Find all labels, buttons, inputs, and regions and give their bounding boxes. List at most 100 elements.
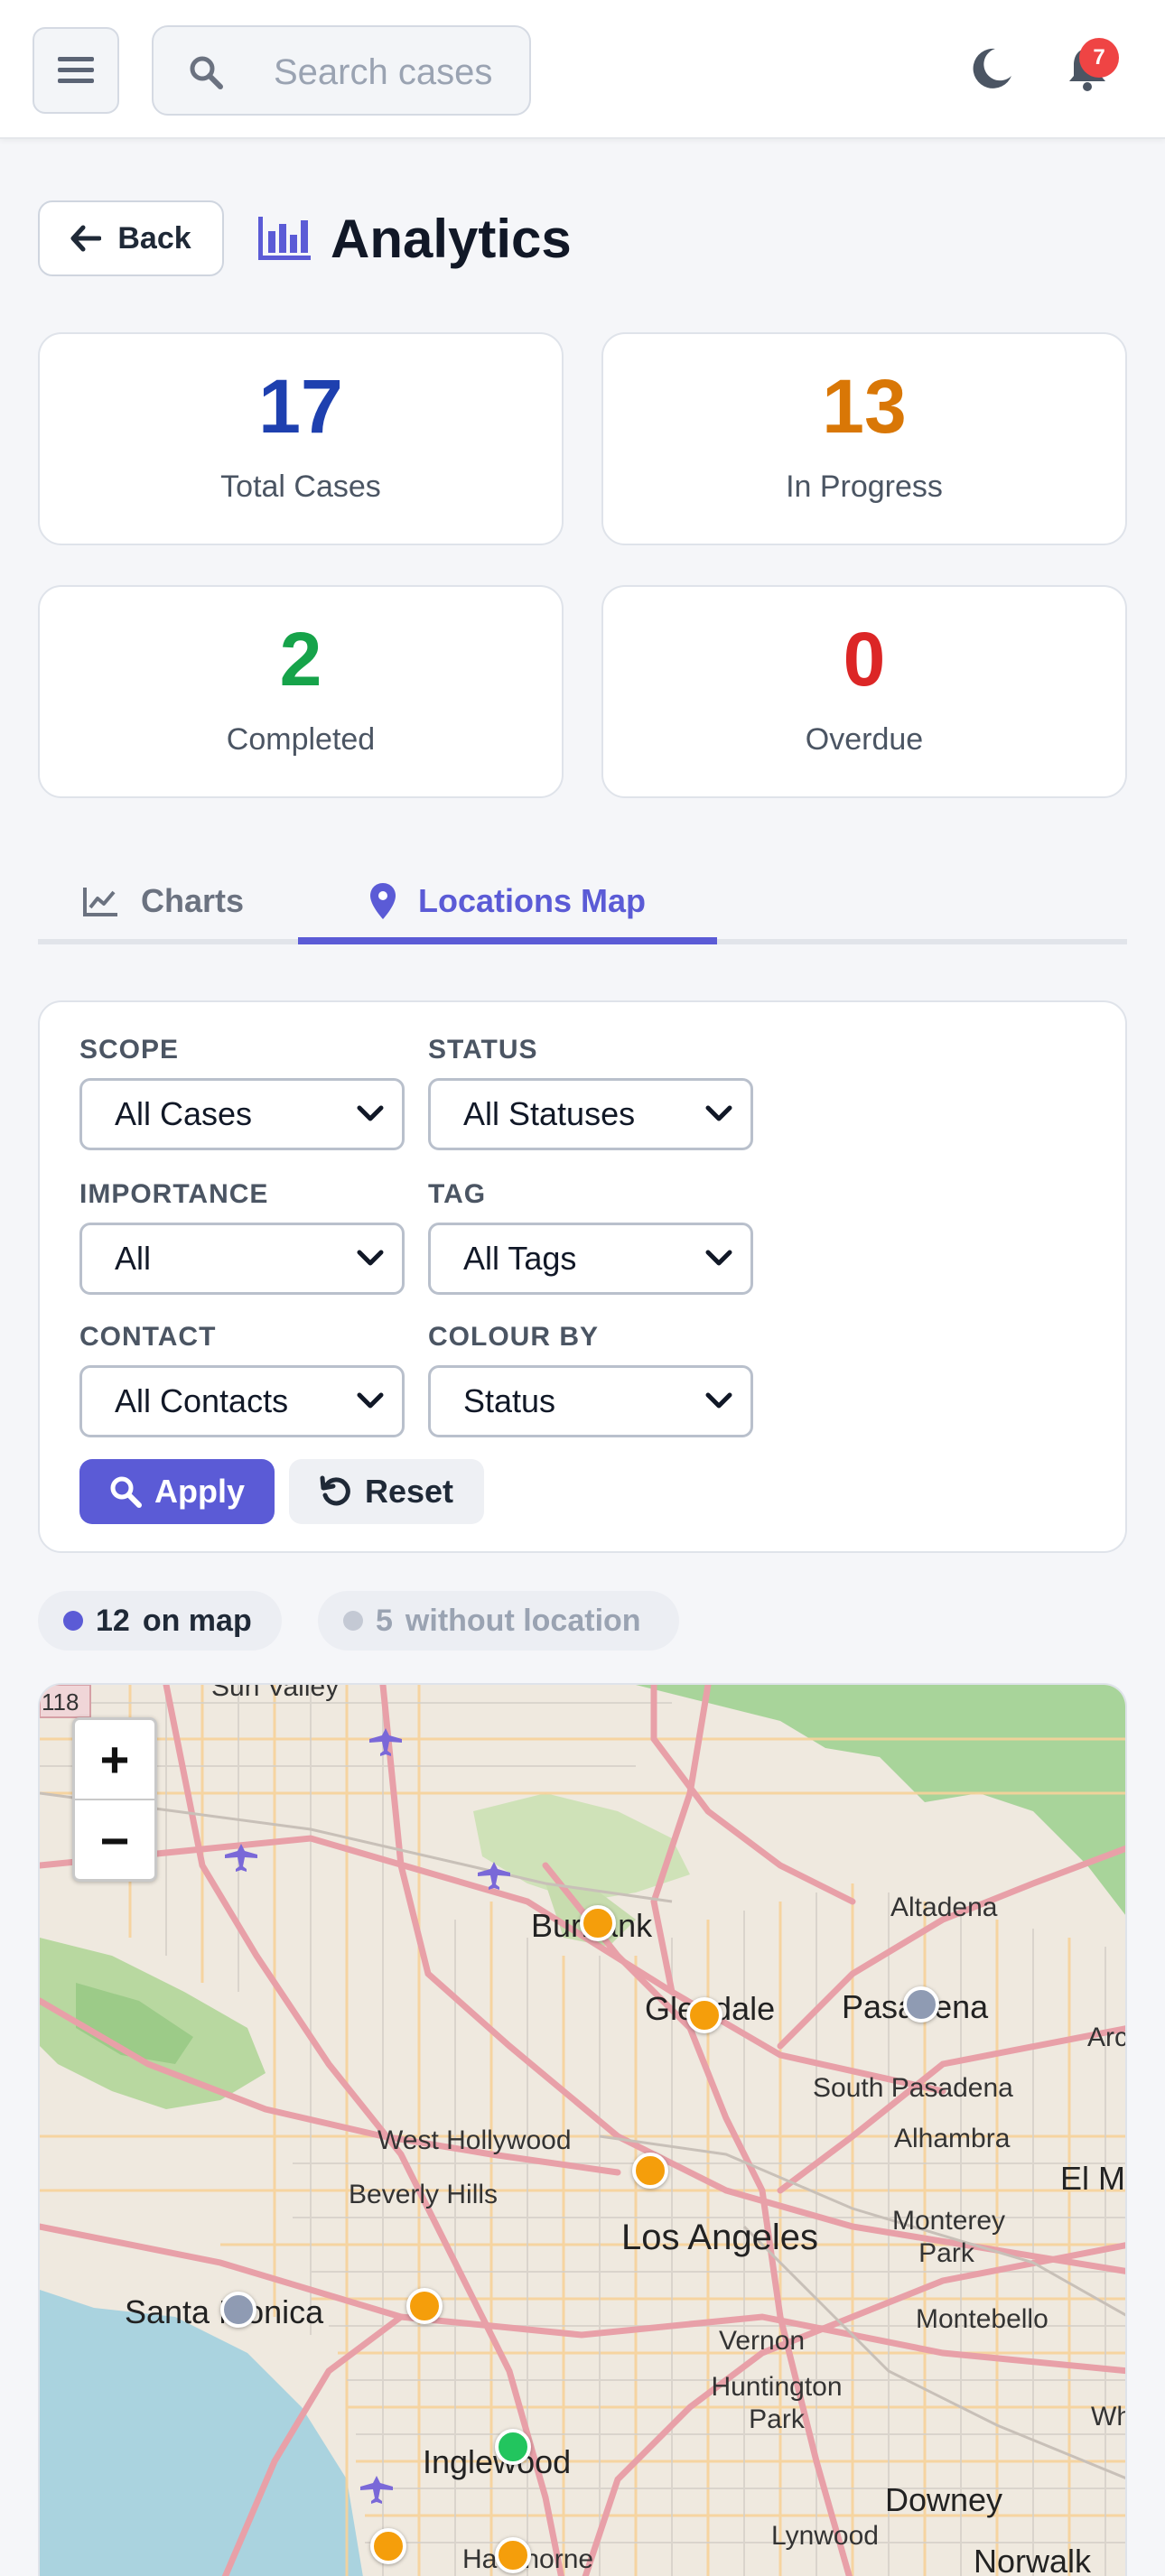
- map-marker-in-progress[interactable]: [580, 1905, 616, 1941]
- zoom-control: + −: [72, 1717, 157, 1882]
- map-marker-in-progress[interactable]: [370, 2528, 406, 2564]
- back-button-label: Back: [117, 220, 191, 256]
- notification-badge: 7: [1079, 38, 1119, 78]
- chevron-down-icon: [357, 1392, 384, 1409]
- stat-label: In Progress: [786, 470, 943, 504]
- stat-card-in-progress: 13 In Progress: [601, 332, 1127, 545]
- page-title: Analytics: [331, 208, 572, 269]
- map-label-el-monte: El M: [1060, 2160, 1125, 2197]
- map-marker-in-progress[interactable]: [495, 2537, 531, 2573]
- importance-label: IMPORTANCE: [79, 1179, 269, 1209]
- map-label-sun-valley: Sun Valley: [211, 1683, 340, 1702]
- colour-by-select[interactable]: Status: [428, 1365, 753, 1437]
- chevron-down-icon: [705, 1250, 732, 1266]
- apply-button[interactable]: Apply: [79, 1459, 275, 1524]
- tab-label: Charts: [141, 882, 245, 919]
- line-chart-icon: [83, 888, 117, 916]
- dot-icon: [63, 1611, 83, 1631]
- map-marker-not-started[interactable]: [903, 1986, 939, 2023]
- importance-value: All: [115, 1240, 152, 1277]
- reset-label: Reset: [364, 1473, 454, 1510]
- map-label-lynwood: Lynwood: [771, 2521, 879, 2551]
- status-value: All Statuses: [463, 1095, 636, 1132]
- map-label-whittier: Wh: [1091, 2402, 1125, 2432]
- stat-value: 13: [822, 364, 907, 449]
- stat-label: Completed: [226, 722, 376, 757]
- without-location-chip: 5 without location: [318, 1591, 679, 1651]
- dark-mode-toggle-icon[interactable]: [968, 45, 1015, 92]
- page-header: Analytics: [258, 200, 572, 276]
- tab-locations-map[interactable]: Locations Map: [298, 858, 717, 944]
- contact-label: CONTACT: [79, 1322, 217, 1352]
- menu-button[interactable]: [33, 27, 119, 114]
- route-shield-label: 118: [42, 1688, 79, 1716]
- tag-select[interactable]: All Tags: [428, 1223, 753, 1295]
- stat-card-total: 17 Total Cases: [38, 332, 564, 545]
- stat-card-overdue: 0 Overdue: [601, 585, 1127, 798]
- stat-value: 0: [843, 617, 886, 702]
- on-map-chip: 12 on map: [38, 1591, 282, 1651]
- map-marker-not-started[interactable]: [220, 2292, 256, 2328]
- reset-button[interactable]: Reset: [289, 1459, 484, 1524]
- scope-value: All Cases: [115, 1095, 253, 1132]
- colour-by-value: Status: [463, 1382, 556, 1419]
- map-label-alhambra: Alhambra: [894, 2124, 1011, 2153]
- map-label-huntington-park: Huntington Park: [711, 2372, 843, 2434]
- back-button[interactable]: Back: [38, 200, 224, 276]
- status-label: STATUS: [428, 1035, 538, 1065]
- map-label-monterey-park: Monterey Park: [892, 2206, 1006, 2268]
- locations-map[interactable]: 118 Sun Valley + − Burbank Glendale Pasa…: [38, 1683, 1127, 2576]
- filter-panel: SCOPE All Cases STATUS All Statuses IMPO…: [38, 1000, 1127, 1553]
- stat-value: 2: [279, 617, 322, 702]
- chevron-down-icon: [705, 1392, 732, 1409]
- stat-card-completed: 2 Completed: [38, 585, 564, 798]
- without-location-count: 5: [376, 1603, 393, 1638]
- map-label-vernon: Vernon: [719, 2326, 806, 2356]
- contact-value: All Contacts: [115, 1382, 289, 1419]
- map-label-west-hollywood: West Hollywood: [377, 2125, 572, 2155]
- map-pin-icon: [369, 883, 396, 919]
- map-label-south-pasadena: South Pasadena: [813, 2073, 1013, 2103]
- map-marker-completed[interactable]: [495, 2429, 531, 2465]
- dot-icon: [343, 1611, 363, 1631]
- scope-select[interactable]: All Cases: [79, 1078, 405, 1150]
- stat-label: Total Cases: [220, 470, 381, 504]
- tab-charts[interactable]: Charts: [83, 858, 244, 944]
- colour-by-label: COLOUR BY: [428, 1322, 599, 1352]
- on-map-label: on map: [142, 1603, 252, 1638]
- chevron-down-icon: [705, 1105, 732, 1121]
- stat-value: 17: [258, 364, 343, 449]
- without-location-label: without location: [405, 1603, 641, 1638]
- importance-select[interactable]: All: [79, 1223, 405, 1295]
- map-label-montebello: Montebello: [916, 2304, 1048, 2334]
- search-box[interactable]: [152, 25, 531, 116]
- tab-bar: Charts Locations Map: [38, 858, 1127, 944]
- chevron-down-icon: [357, 1250, 384, 1266]
- scope-label: SCOPE: [79, 1035, 180, 1065]
- hamburger-icon: [58, 57, 94, 83]
- status-select[interactable]: All Statuses: [428, 1078, 753, 1150]
- map-marker-in-progress[interactable]: [632, 2153, 668, 2189]
- map-label-beverly-hills: Beverly Hills: [349, 2180, 499, 2209]
- on-map-count: 12: [96, 1603, 130, 1638]
- map-label-arcadia: Arc: [1087, 2023, 1127, 2052]
- map-label-downey: Downey: [885, 2481, 1003, 2518]
- tag-label: TAG: [428, 1179, 487, 1209]
- stat-label: Overdue: [805, 722, 924, 757]
- zoom-out-button[interactable]: −: [75, 1800, 154, 1881]
- chevron-down-icon: [357, 1105, 384, 1121]
- zoom-in-button[interactable]: +: [75, 1720, 154, 1800]
- apply-label: Apply: [154, 1473, 245, 1510]
- map-label-norwalk: Norwalk: [974, 2543, 1092, 2576]
- top-bar: 7: [0, 0, 1165, 139]
- search-input[interactable]: [274, 47, 527, 98]
- map-label-los-angeles: Los Angeles: [621, 2218, 818, 2257]
- contact-select[interactable]: All Contacts: [79, 1365, 405, 1437]
- map-marker-in-progress[interactable]: [686, 1997, 722, 2033]
- search-icon: [190, 56, 223, 89]
- map-marker-in-progress[interactable]: [406, 2288, 443, 2324]
- bar-chart-icon: [258, 217, 311, 260]
- arrow-left-icon: [70, 225, 102, 252]
- tab-label: Locations Map: [417, 882, 647, 919]
- tag-value: All Tags: [463, 1240, 577, 1277]
